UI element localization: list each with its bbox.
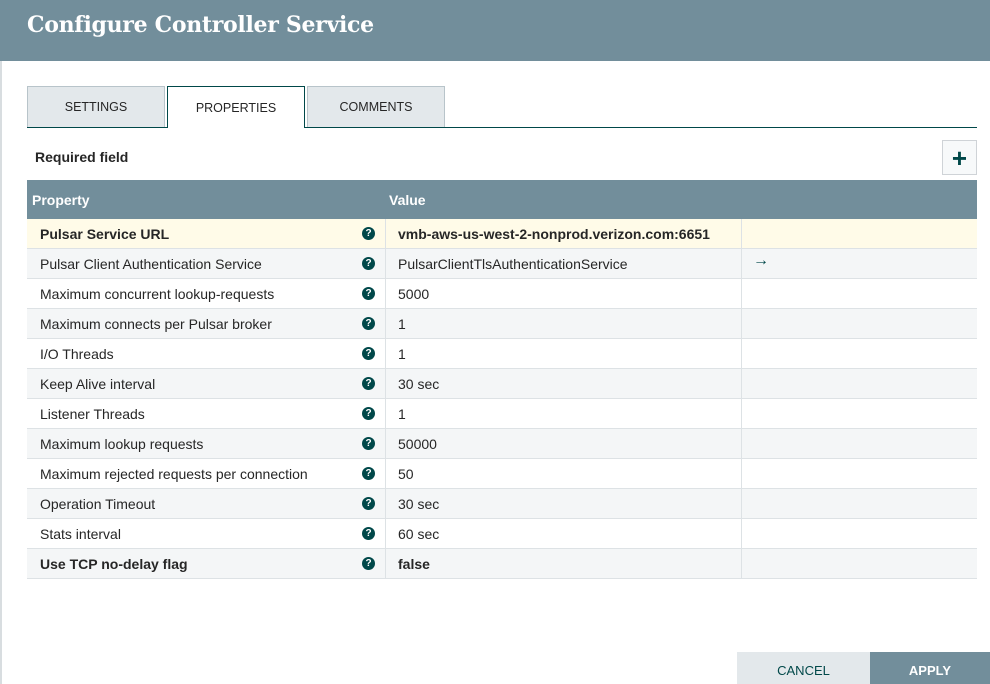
column-header-value[interactable]: Value	[389, 192, 426, 208]
property-name: Maximum lookup requests	[40, 436, 204, 452]
help-icon[interactable]: ?	[362, 287, 375, 300]
dialog-title: Configure Controller Service	[27, 12, 374, 38]
table-row[interactable]: Keep Alive interval ? 30 sec	[27, 369, 977, 399]
column-divider	[385, 339, 386, 369]
table-row[interactable]: Pulsar Service URL ? vmb-aws-us-west-2-n…	[27, 219, 977, 249]
help-icon[interactable]: ?	[362, 557, 375, 570]
column-divider	[741, 279, 742, 309]
column-divider	[385, 519, 386, 549]
column-divider	[741, 399, 742, 429]
table-row[interactable]: Pulsar Client Authentication Service ? P…	[27, 249, 977, 279]
go-to-arrow-icon[interactable]: →	[753, 252, 769, 270]
table-row[interactable]: Maximum rejected requests per connection…	[27, 459, 977, 489]
property-value[interactable]: 30 sec	[398, 376, 439, 392]
property-value[interactable]: PulsarClientTlsAuthenticationService	[398, 256, 628, 272]
column-divider	[385, 219, 386, 249]
column-divider	[385, 489, 386, 519]
help-icon[interactable]: ?	[362, 317, 375, 330]
add-property-button[interactable]: +	[942, 140, 977, 175]
column-divider	[741, 429, 742, 459]
column-divider	[385, 369, 386, 399]
property-name: Stats interval	[40, 526, 121, 542]
table-row[interactable]: Operation Timeout ? 30 sec	[27, 489, 977, 519]
left-edge	[0, 61, 2, 684]
help-icon[interactable]: ?	[362, 347, 375, 360]
help-icon[interactable]: ?	[362, 527, 375, 540]
help-icon[interactable]: ?	[362, 377, 375, 390]
property-value[interactable]: 1	[398, 316, 406, 332]
cancel-button[interactable]: CANCEL	[737, 652, 870, 684]
table-row[interactable]: Maximum lookup requests ? 50000	[27, 429, 977, 459]
column-divider	[741, 549, 742, 579]
column-divider	[741, 489, 742, 519]
column-divider	[741, 219, 742, 249]
apply-button[interactable]: APPLY	[870, 652, 990, 684]
property-value[interactable]: 1	[398, 406, 406, 422]
column-divider	[385, 279, 386, 309]
column-divider	[741, 519, 742, 549]
property-name: Listener Threads	[40, 406, 145, 422]
table-row[interactable]: Listener Threads ? 1	[27, 399, 977, 429]
property-value[interactable]: 60 sec	[398, 526, 439, 542]
column-divider	[741, 369, 742, 399]
table-row[interactable]: Maximum concurrent lookup-requests ? 500…	[27, 279, 977, 309]
table-row[interactable]: Use TCP no-delay flag ? false	[27, 549, 977, 579]
column-divider	[385, 309, 386, 339]
column-divider	[385, 459, 386, 489]
column-divider	[741, 309, 742, 339]
help-icon[interactable]: ?	[362, 407, 375, 420]
table-row[interactable]: Stats interval ? 60 sec	[27, 519, 977, 549]
column-divider	[741, 249, 742, 279]
tab-properties[interactable]: PROPERTIES	[167, 86, 305, 128]
help-icon[interactable]: ?	[362, 257, 375, 270]
table-header: Property Value	[27, 180, 977, 219]
help-icon[interactable]: ?	[362, 437, 375, 450]
tab-bar: SETTINGS PROPERTIES COMMENTS	[27, 86, 977, 128]
property-name: Operation Timeout	[40, 496, 156, 512]
column-divider	[385, 549, 386, 579]
property-value[interactable]: 1	[398, 346, 406, 362]
property-name: Maximum concurrent lookup-requests	[40, 286, 275, 302]
property-name: Keep Alive interval	[40, 376, 156, 392]
required-field-label: Required field	[35, 149, 129, 165]
property-name: Maximum connects per Pulsar broker	[40, 316, 272, 332]
property-value[interactable]: 5000	[398, 286, 429, 302]
table-row[interactable]: Maximum connects per Pulsar broker ? 1	[27, 309, 977, 339]
property-value[interactable]: 50000	[398, 436, 437, 452]
property-value[interactable]: false	[398, 556, 430, 572]
tab-settings[interactable]: SETTINGS	[27, 86, 165, 127]
help-icon[interactable]: ?	[362, 467, 375, 480]
column-divider	[741, 459, 742, 489]
column-header-property[interactable]: Property	[32, 192, 90, 208]
column-divider	[385, 249, 386, 279]
property-value[interactable]: 50	[398, 466, 414, 482]
properties-table: Property Value Pulsar Service URL ? vmb-…	[27, 180, 977, 579]
help-icon[interactable]: ?	[362, 497, 375, 510]
property-name: I/O Threads	[40, 346, 114, 362]
property-value[interactable]: vmb-aws-us-west-2-nonprod.verizon.com:66…	[398, 226, 710, 242]
property-name: Use TCP no-delay flag	[40, 556, 188, 572]
property-name: Pulsar Client Authentication Service	[40, 256, 262, 272]
dialog-header: Configure Controller Service	[0, 0, 990, 61]
tab-comments[interactable]: COMMENTS	[307, 86, 445, 127]
property-name: Maximum rejected requests per connection	[40, 466, 308, 482]
help-icon[interactable]: ?	[362, 227, 375, 240]
column-divider	[741, 339, 742, 369]
property-value[interactable]: 30 sec	[398, 496, 439, 512]
property-name: Pulsar Service URL	[40, 226, 170, 242]
column-divider	[385, 399, 386, 429]
table-row[interactable]: I/O Threads ? 1	[27, 339, 977, 369]
column-divider	[385, 429, 386, 459]
